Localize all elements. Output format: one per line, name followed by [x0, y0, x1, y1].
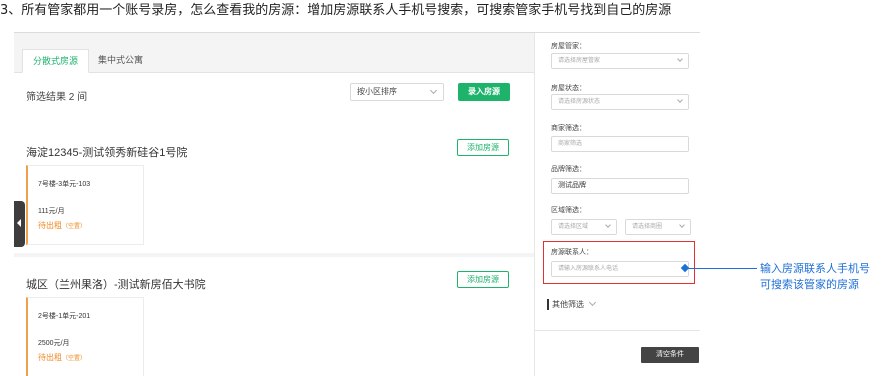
room-card[interactable]: 2号楼-1单元-201 2500元/月 待出租（空置）	[26, 297, 144, 376]
filter-sidebar: 房屋管家： 请选择房屋管家 房屋状态： 请选择房源状态 商家筛选： 商家筛选 品…	[534, 33, 700, 376]
merchant-input-placeholder: 商家筛选	[558, 141, 583, 147]
manager-select[interactable]: 请选择房屋管家	[551, 53, 689, 69]
contact-phone-input[interactable]: 请输入房源联系人电话	[551, 261, 689, 277]
sort-select-value: 按小区排序	[357, 87, 397, 96]
status-filter-label: 房屋状态：	[551, 85, 586, 92]
room-status-note: （空置）	[62, 224, 87, 230]
manager-filter-label: 房屋管家：	[551, 43, 586, 50]
chevron-down-icon	[679, 222, 685, 228]
district-select-placeholder: 请选择区域	[558, 224, 589, 230]
annotation-connector	[687, 268, 757, 269]
app-screenshot: 分散式房源 集中式公寓 筛选结果 2 间 按小区排序 录入房源 海淀12345-…	[14, 32, 700, 376]
caption-text: 3、所有管家都用一个账号录房，怎么查看我的房源：增加房源联系人手机号搜索，可搜索…	[0, 3, 672, 18]
merchant-filter-label: 商家筛选：	[551, 125, 586, 132]
community-title: 城区（兰州果洛）-测试新房佰大书院	[26, 279, 206, 291]
add-listing-button[interactable]: 添加房源	[457, 139, 509, 156]
tab-bar: 分散式房源 集中式公寓	[14, 49, 534, 73]
brand-input-value: 测试品牌	[558, 182, 586, 189]
merchant-input[interactable]: 商家筛选	[551, 136, 689, 152]
room-status: 待出租（空置）	[38, 352, 86, 363]
main-content: 分散式房源 集中式公寓 筛选结果 2 间 按小区排序 录入房源 海淀12345-…	[14, 33, 534, 376]
other-filters-label: 其他筛选	[552, 300, 584, 309]
room-number: 7号楼-3单元-103	[38, 181, 91, 188]
annotation-line-2: 可搜索该管家的房源	[760, 278, 859, 291]
annotation-line-1: 输入房源联系人手机号	[760, 262, 870, 275]
room-number: 2号楼-1单元-201	[38, 313, 91, 320]
clear-filters-button[interactable]: 清空条件	[641, 347, 699, 363]
chevron-down-icon	[589, 298, 597, 307]
tab-scattered-listings[interactable]: 分散式房源	[22, 49, 90, 73]
community-title: 海淀12345-测试领秀新硅谷1号院	[26, 147, 188, 159]
area-filter-label: 区域筛选：	[551, 207, 586, 214]
status-select-placeholder: 请选择房源状态	[558, 99, 601, 105]
collapse-arrow-icon[interactable]	[14, 201, 25, 247]
contact-filter-label: 房源联系人：	[551, 249, 593, 256]
room-price: 2500元/月	[38, 340, 70, 347]
business-area-select-placeholder: 请选择商圈	[632, 224, 663, 230]
brand-filter-label: 品牌筛选：	[551, 166, 586, 173]
status-select[interactable]: 请选择房源状态	[551, 94, 689, 110]
community-block: 海淀12345-测试领秀新硅谷1号院 添加房源 7号楼-3单元-103 111元…	[14, 125, 534, 253]
chevron-down-icon	[605, 222, 611, 228]
chevron-down-icon	[429, 86, 438, 95]
divider	[535, 330, 700, 331]
community-block: 城区（兰州果洛）-测试新房佰大书院 添加房源 2号楼-1单元-201 2500元…	[14, 257, 534, 376]
room-status-note: （空置）	[62, 356, 87, 362]
result-count: 筛选结果 2 间	[26, 92, 88, 103]
room-status-label: 待出租	[38, 353, 62, 362]
tab-centralized-apartments[interactable]: 集中式公寓	[88, 49, 153, 73]
room-card[interactable]: 7号楼-3单元-103 111元/月 待出租（空置）	[26, 165, 144, 245]
add-room-button[interactable]: 录入房源	[458, 83, 510, 101]
manager-select-placeholder: 请选择房屋管家	[558, 58, 601, 64]
chevron-down-icon	[677, 56, 683, 62]
contact-phone-placeholder: 请输入房源联系人电话	[558, 266, 619, 272]
add-listing-button[interactable]: 添加房源	[457, 271, 509, 288]
room-price: 111元/月	[38, 208, 65, 215]
sort-select[interactable]: 按小区排序	[350, 83, 444, 101]
room-status-label: 待出租	[38, 221, 62, 230]
chevron-down-icon	[677, 97, 683, 103]
business-area-select[interactable]: 请选择商圈	[625, 219, 691, 235]
other-filters-toggle[interactable]: 其他筛选	[547, 298, 597, 310]
annotation-callout: 输入房源联系人手机号 可搜索该管家的房源	[760, 261, 895, 293]
room-status: 待出租（空置）	[38, 220, 86, 231]
district-select[interactable]: 请选择区域	[551, 219, 617, 235]
brand-input[interactable]: 测试品牌	[551, 178, 689, 194]
